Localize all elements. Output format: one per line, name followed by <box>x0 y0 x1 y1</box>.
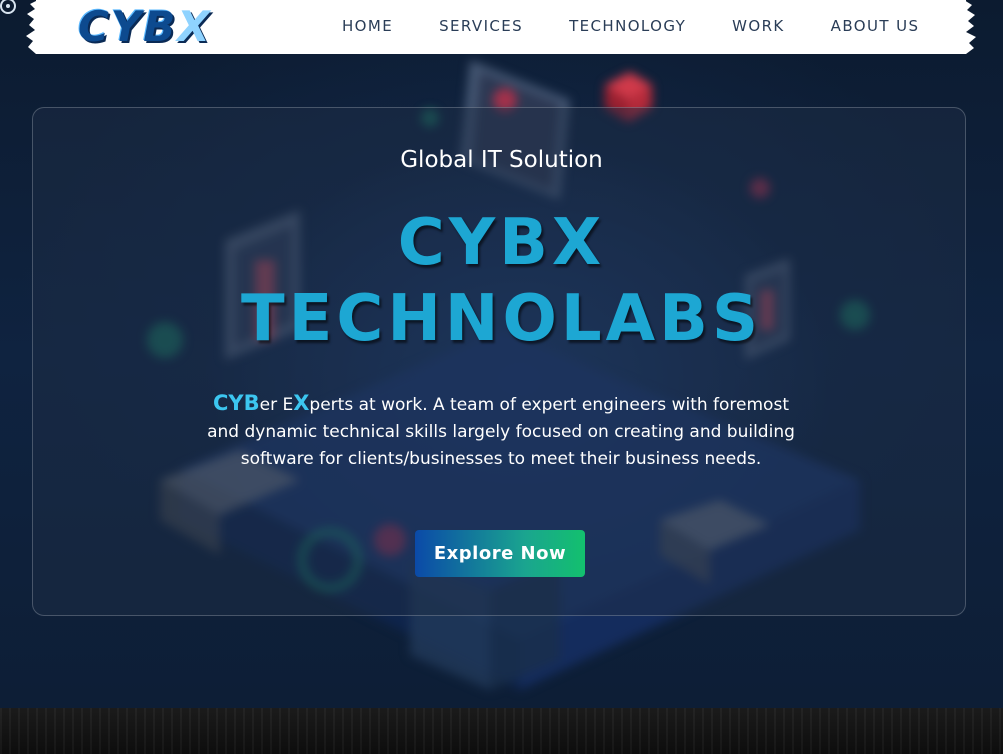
cybx-logo[interactable]: CYBX <box>78 2 212 52</box>
main-nav: HOME SERVICES TECHNOLOGY WORK ABOUT US <box>342 0 965 54</box>
nav-technology[interactable]: TECHNOLOGY <box>569 0 686 54</box>
desc-text-1: er E <box>259 395 294 415</box>
hero-description: CYBer EXperts at work. A team of expert … <box>196 390 806 473</box>
nav-about-us[interactable]: ABOUT US <box>831 0 920 54</box>
nav-services[interactable]: SERVICES <box>439 0 523 54</box>
desc-highlight-cyb: CYB <box>213 391 260 415</box>
desc-highlight-x: X <box>293 391 310 415</box>
next-section-strip <box>0 708 1003 754</box>
logo-x-mark: X <box>177 2 212 51</box>
nav-work[interactable]: WORK <box>732 0 785 54</box>
brush-edge-left <box>26 0 38 54</box>
hero-title: CYBX TECHNOLABS <box>0 205 1003 357</box>
hero-eyebrow: Global IT Solution <box>400 147 603 173</box>
hero-title-line2: TECHNOLABS <box>240 282 763 356</box>
brush-edge-right <box>964 0 976 54</box>
nav-home[interactable]: HOME <box>342 0 393 54</box>
hero-title-line1: CYBX <box>397 206 606 280</box>
site-header: CYBX HOME SERVICES TECHNOLOGY WORK ABOUT… <box>26 0 976 54</box>
explore-now-button[interactable]: Explore Now <box>415 530 585 577</box>
logo-text: CYB <box>78 2 178 51</box>
